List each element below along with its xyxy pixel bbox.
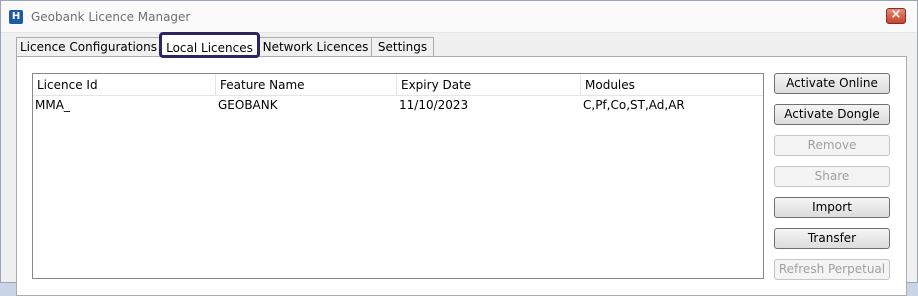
close-icon: × — [890, 7, 902, 22]
cell-licence-id: MMA_ — [35, 98, 70, 112]
activate-online-button[interactable]: Activate Online — [774, 73, 890, 94]
refresh-perpetual-button[interactable]: Refresh Perpetual — [774, 259, 890, 280]
tab-licence-configurations[interactable]: Licence Configurations — [16, 37, 161, 57]
close-button[interactable]: × — [886, 7, 906, 24]
share-button[interactable]: Share — [774, 166, 890, 187]
column-header-licence-id[interactable]: Licence Id — [33, 74, 216, 96]
licence-manager-window: H Geobank Licence Manager × Licence Conf… — [0, 0, 918, 296]
remove-button[interactable]: Remove — [774, 135, 890, 156]
list-header: Licence Id Feature Name Expiry Date Modu… — [33, 74, 763, 96]
import-button[interactable]: Import — [774, 197, 890, 218]
cell-feature-name: GEOBANK — [218, 98, 278, 112]
tab-network-licences[interactable]: Network Licences — [259, 37, 372, 57]
window-title: Geobank Licence Manager — [31, 10, 191, 24]
transfer-button[interactable]: Transfer — [774, 228, 890, 249]
cell-modules: C,Pf,Co,ST,Ad,AR — [583, 98, 685, 112]
licence-list[interactable]: Licence Id Feature Name Expiry Date Modu… — [32, 73, 764, 279]
table-row[interactable]: MMA_ GEOBANK 11/10/2023 C,Pf,Co,ST,Ad,AR — [33, 96, 763, 114]
column-header-modules[interactable]: Modules — [581, 74, 763, 96]
activate-dongle-button[interactable]: Activate Dongle — [774, 104, 890, 125]
column-header-expiry-date[interactable]: Expiry Date — [397, 74, 581, 96]
tab-local-licences[interactable]: Local Licences — [159, 32, 260, 58]
cell-expiry-date: 11/10/2023 — [399, 98, 469, 112]
title-bar[interactable]: H Geobank Licence Manager × — [1, 1, 917, 33]
tab-settings[interactable]: Settings — [371, 37, 434, 57]
app-icon: H — [9, 10, 23, 24]
column-header-feature-name[interactable]: Feature Name — [216, 74, 397, 96]
